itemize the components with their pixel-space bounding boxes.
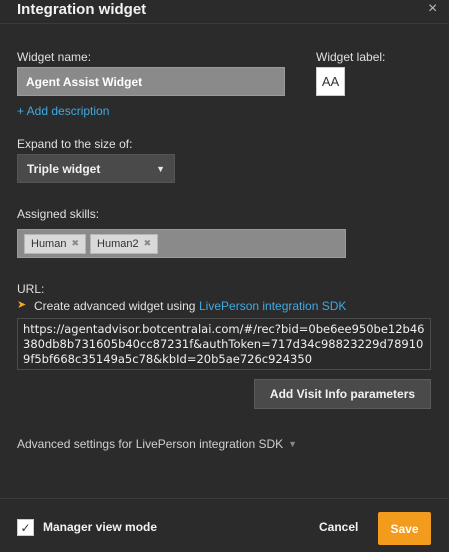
- sdk-link[interactable]: LivePerson integration SDK: [199, 299, 346, 313]
- arrow-right-icon: ➤: [17, 299, 27, 311]
- widget-label-label: Widget label:: [316, 50, 386, 64]
- save-button[interactable]: Save: [378, 512, 431, 545]
- url-textarea[interactable]: https://agentadvisor.botcentralai.com/#/…: [17, 318, 431, 370]
- dialog-title: Integration widget: [17, 1, 147, 18]
- skill-chip-label: Human: [31, 237, 67, 250]
- skills-label: Assigned skills:: [17, 207, 100, 221]
- advanced-settings-label: Advanced settings for LivePerson integra…: [17, 437, 284, 451]
- expand-size-select[interactable]: Triple widget ▼: [17, 154, 175, 183]
- skills-input[interactable]: Human ✖ Human2 ✖: [17, 229, 346, 258]
- add-visit-info-button[interactable]: Add Visit Info parameters: [254, 379, 431, 409]
- advanced-settings-toggle[interactable]: Advanced settings for LivePerson integra…: [17, 437, 297, 451]
- widget-name-input[interactable]: Agent Assist Widget: [17, 67, 285, 96]
- remove-icon[interactable]: ✖: [71, 238, 79, 249]
- remove-icon[interactable]: ✖: [144, 238, 152, 249]
- manager-view-checkbox[interactable]: ✓: [17, 519, 34, 536]
- url-label: URL:: [17, 282, 45, 296]
- widget-name-label: Widget name:: [17, 50, 92, 64]
- chevron-down-icon: ▼: [288, 439, 298, 449]
- manager-view-label: Manager view mode: [43, 520, 158, 534]
- widget-label-box[interactable]: AA: [316, 67, 345, 96]
- skill-chip: Human2 ✖: [90, 233, 159, 254]
- close-icon[interactable]: ×: [428, 0, 437, 18]
- expand-size-value: Triple widget: [27, 161, 101, 176]
- cancel-button[interactable]: Cancel: [319, 520, 358, 534]
- add-description-link[interactable]: + Add description: [17, 104, 109, 118]
- chevron-down-icon: ▼: [156, 163, 165, 174]
- skill-chip-label: Human2: [97, 237, 139, 250]
- dialog-header: Integration widget ×: [0, 0, 449, 24]
- expand-label: Expand to the size of:: [17, 137, 133, 151]
- create-advanced-text: Create advanced widget using: [34, 299, 196, 313]
- skill-chip: Human ✖: [24, 233, 87, 254]
